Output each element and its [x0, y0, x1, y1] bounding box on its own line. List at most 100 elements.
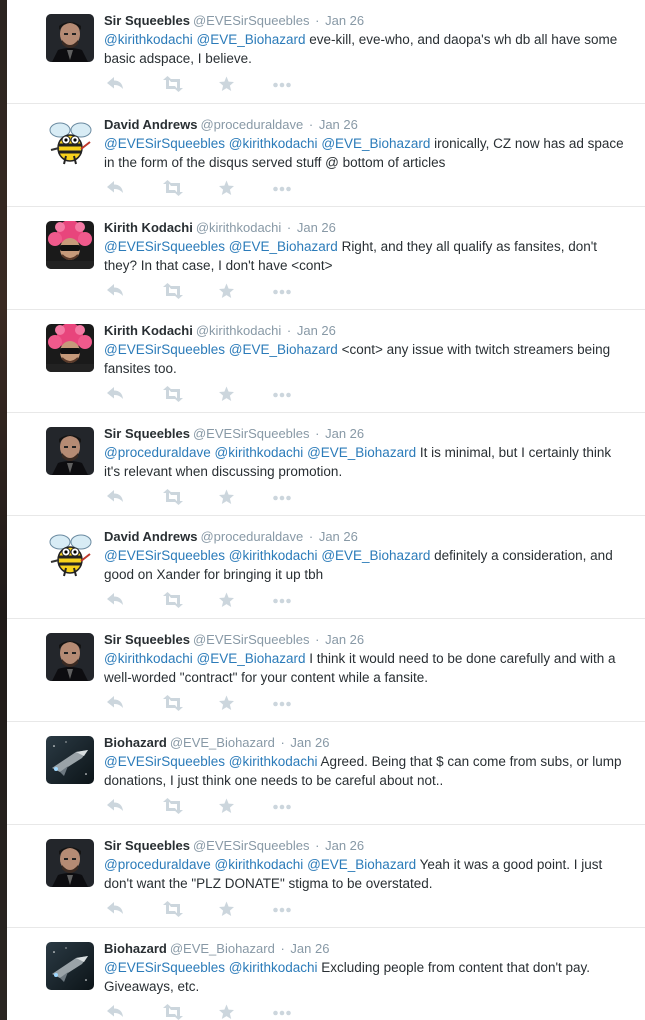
tweet-date[interactable]: Jan 26	[290, 941, 329, 956]
reply-icon[interactable]	[106, 592, 126, 608]
reply-icon[interactable]	[106, 489, 126, 505]
mention-link[interactable]: @EVE_Biohazard	[307, 445, 416, 460]
more-dots-icon[interactable]	[272, 386, 292, 402]
more-dots-icon[interactable]	[272, 283, 292, 299]
more-dots-icon[interactable]	[272, 76, 292, 92]
retweet-icon[interactable]	[162, 798, 183, 814]
author-name[interactable]: David Andrews	[104, 529, 197, 544]
author-handle[interactable]: @kirithkodachi	[196, 220, 281, 235]
author-name[interactable]: Sir Squeebles	[104, 632, 190, 647]
tweet-item[interactable]: Biohazard @EVE_Biohazard · Jan 26 @EVESirS…	[7, 722, 645, 825]
favorite-star-icon[interactable]	[218, 180, 238, 196]
reply-icon[interactable]	[106, 1004, 126, 1020]
tweet-item[interactable]: David Andrews @proceduraldave · Jan 26 @EV…	[7, 516, 645, 619]
favorite-star-icon[interactable]	[218, 386, 238, 402]
retweet-icon[interactable]	[162, 695, 183, 711]
mention-link[interactable]: @kirithkodachi	[229, 960, 318, 975]
tweet-date[interactable]: Jan 26	[319, 117, 358, 132]
avatar[interactable]	[46, 324, 94, 372]
mention-link[interactable]: @EVESirSqueebles	[104, 754, 225, 769]
mention-link[interactable]: @kirithkodachi	[104, 32, 193, 47]
favorite-star-icon[interactable]	[218, 283, 238, 299]
more-dots-icon[interactable]	[272, 592, 292, 608]
more-dots-icon[interactable]	[272, 489, 292, 505]
tweet-item[interactable]: Kirith Kodachi @kirithkodachi · Jan 26 @EV…	[7, 207, 645, 310]
mention-link[interactable]: @EVE_Biohazard	[197, 32, 306, 47]
author-handle[interactable]: @EVESirSqueebles	[193, 632, 310, 647]
mention-link[interactable]: @proceduraldave	[104, 445, 211, 460]
tweet-date[interactable]: Jan 26	[297, 323, 336, 338]
mention-link[interactable]: @kirithkodachi	[215, 857, 304, 872]
author-name[interactable]: Biohazard	[104, 941, 167, 956]
author-name[interactable]: Kirith Kodachi	[104, 220, 193, 235]
retweet-icon[interactable]	[162, 592, 183, 608]
mention-link[interactable]: @EVE_Biohazard	[197, 651, 306, 666]
retweet-icon[interactable]	[162, 489, 183, 505]
avatar[interactable]	[46, 530, 94, 578]
tweet-item[interactable]: Sir Squeebles @EVESirSqueebles · Jan 26 @p…	[7, 825, 645, 928]
mention-link[interactable]: @kirithkodachi	[229, 136, 318, 151]
favorite-star-icon[interactable]	[218, 798, 238, 814]
author-handle[interactable]: @EVESirSqueebles	[193, 426, 310, 441]
tweet-item[interactable]: Sir Squeebles @EVESirSqueebles · Jan 26 @p…	[7, 413, 645, 516]
more-dots-icon[interactable]	[272, 1004, 292, 1020]
mention-link[interactable]: @EVESirSqueebles	[104, 239, 225, 254]
favorite-star-icon[interactable]	[218, 592, 238, 608]
reply-icon[interactable]	[106, 798, 126, 814]
mention-link[interactable]: @EVESirSqueebles	[104, 342, 225, 357]
avatar[interactable]	[46, 427, 94, 475]
reply-icon[interactable]	[106, 283, 126, 299]
mention-link[interactable]: @EVE_Biohazard	[229, 342, 338, 357]
author-handle[interactable]: @EVE_Biohazard	[170, 941, 275, 956]
mention-link[interactable]: @kirithkodachi	[229, 548, 318, 563]
author-handle[interactable]: @kirithkodachi	[196, 323, 281, 338]
mention-link[interactable]: @EVESirSqueebles	[104, 960, 225, 975]
favorite-star-icon[interactable]	[218, 695, 238, 711]
avatar[interactable]	[46, 221, 94, 269]
author-handle[interactable]: @EVESirSqueebles	[193, 838, 310, 853]
author-name[interactable]: Biohazard	[104, 735, 167, 750]
mention-link[interactable]: @EVE_Biohazard	[307, 857, 416, 872]
tweet-item[interactable]: David Andrews @proceduraldave · Jan 26 @EV…	[7, 104, 645, 207]
retweet-icon[interactable]	[162, 180, 183, 196]
tweet-date[interactable]: Jan 26	[325, 632, 364, 647]
avatar[interactable]	[46, 942, 94, 990]
author-name[interactable]: Kirith Kodachi	[104, 323, 193, 338]
tweet-date[interactable]: Jan 26	[325, 13, 364, 28]
tweet-date[interactable]: Jan 26	[325, 838, 364, 853]
tweet-item[interactable]: Sir Squeebles @EVESirSqueebles · Jan 26 @k…	[7, 0, 645, 104]
favorite-star-icon[interactable]	[218, 1004, 238, 1020]
author-handle[interactable]: @EVESirSqueebles	[193, 13, 310, 28]
tweet-date[interactable]: Jan 26	[319, 529, 358, 544]
tweet-item[interactable]: Biohazard @EVE_Biohazard · Jan 26 @EVESirS…	[7, 928, 645, 1020]
tweet-timeline[interactable]: Sir Squeebles @EVESirSqueebles · Jan 26 @k…	[7, 0, 645, 1020]
mention-link[interactable]: @EVE_Biohazard	[229, 239, 338, 254]
tweet-date[interactable]: Jan 26	[290, 735, 329, 750]
favorite-star-icon[interactable]	[218, 901, 238, 917]
tweet-date[interactable]: Jan 26	[325, 426, 364, 441]
more-dots-icon[interactable]	[272, 180, 292, 196]
avatar[interactable]	[46, 736, 94, 784]
favorite-star-icon[interactable]	[218, 76, 238, 92]
more-dots-icon[interactable]	[272, 901, 292, 917]
tweet-item[interactable]: Kirith Kodachi @kirithkodachi · Jan 26 @EV…	[7, 310, 645, 413]
mention-link[interactable]: @kirithkodachi	[215, 445, 304, 460]
retweet-icon[interactable]	[162, 386, 183, 402]
avatar[interactable]	[46, 118, 94, 166]
reply-icon[interactable]	[106, 180, 126, 196]
mention-link[interactable]: @kirithkodachi	[104, 651, 193, 666]
retweet-icon[interactable]	[162, 76, 183, 92]
tweet-item[interactable]: Sir Squeebles @EVESirSqueebles · Jan 26 @k…	[7, 619, 645, 722]
mention-link[interactable]: @proceduraldave	[104, 857, 211, 872]
retweet-icon[interactable]	[162, 1004, 183, 1020]
author-name[interactable]: David Andrews	[104, 117, 197, 132]
reply-icon[interactable]	[106, 386, 126, 402]
author-handle[interactable]: @proceduraldave	[200, 117, 303, 132]
author-name[interactable]: Sir Squeebles	[104, 426, 190, 441]
tweet-date[interactable]: Jan 26	[297, 220, 336, 235]
reply-icon[interactable]	[106, 695, 126, 711]
reply-icon[interactable]	[106, 901, 126, 917]
mention-link[interactable]: @EVESirSqueebles	[104, 548, 225, 563]
author-handle[interactable]: @proceduraldave	[200, 529, 303, 544]
more-dots-icon[interactable]	[272, 798, 292, 814]
